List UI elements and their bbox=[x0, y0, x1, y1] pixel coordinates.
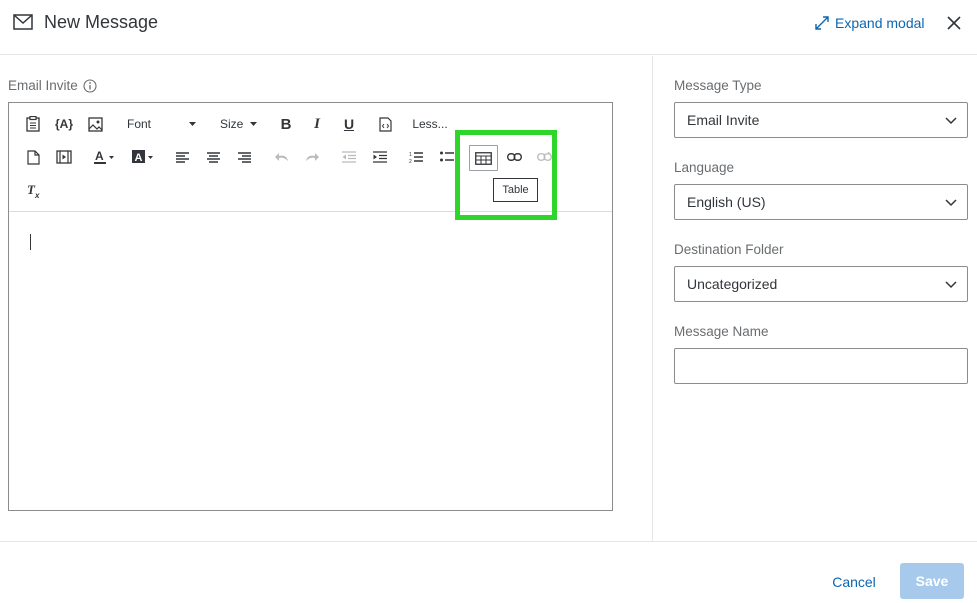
redo-icon bbox=[306, 153, 319, 161]
source-code-icon bbox=[378, 116, 392, 132]
background-color-button[interactable]: A bbox=[129, 147, 157, 167]
unlink-button[interactable] bbox=[534, 147, 554, 167]
svg-text:x: x bbox=[34, 191, 40, 199]
svg-text:A: A bbox=[135, 152, 143, 164]
film-icon bbox=[56, 150, 72, 164]
message-name-input[interactable] bbox=[674, 348, 968, 384]
message-type-label: Message Type bbox=[674, 78, 762, 93]
size-select[interactable]: Size bbox=[212, 114, 264, 134]
cancel-button[interactable]: Cancel bbox=[825, 564, 883, 600]
source-code-button[interactable] bbox=[375, 114, 395, 134]
modal-header: New Message Expand modal bbox=[0, 0, 977, 55]
align-left-icon bbox=[175, 151, 189, 163]
align-right-button[interactable] bbox=[234, 147, 254, 167]
background-color-icon: A bbox=[132, 150, 153, 164]
link-icon bbox=[506, 153, 522, 161]
table-tooltip: Table bbox=[493, 178, 538, 202]
language-label: Language bbox=[674, 160, 735, 175]
modal-footer: Cancel Save bbox=[0, 541, 977, 603]
expand-modal-link[interactable]: Expand modal bbox=[815, 14, 925, 32]
insert-table-button[interactable] bbox=[469, 145, 498, 171]
new-page-button[interactable] bbox=[23, 147, 43, 167]
table-icon bbox=[475, 151, 492, 165]
language-value: English (US) bbox=[687, 194, 766, 210]
text-caret bbox=[30, 234, 31, 250]
new-message-modal: New Message Expand modal Email Invite {A… bbox=[0, 0, 977, 603]
editor-label-text: Email Invite bbox=[8, 78, 78, 93]
clipboard-icon bbox=[26, 116, 40, 132]
language-select[interactable]: English (US) bbox=[674, 184, 968, 220]
text-color-icon: A bbox=[94, 149, 114, 164]
modal-title: New Message bbox=[44, 12, 159, 32]
save-button[interactable]: Save bbox=[900, 563, 964, 599]
expand-icon bbox=[815, 16, 829, 30]
font-select[interactable]: Font bbox=[119, 114, 204, 134]
editor-pane: Email Invite {A} Font Size B I U Less...… bbox=[0, 56, 653, 541]
bold-button[interactable]: B bbox=[276, 114, 296, 134]
expand-modal-label: Expand modal bbox=[835, 15, 925, 31]
editor-label: Email Invite bbox=[8, 78, 97, 93]
rich-text-editor: {A} Font Size B I U Less... A A 1 2 T x … bbox=[8, 102, 613, 511]
outdent-button[interactable] bbox=[339, 147, 359, 167]
undo-icon bbox=[275, 153, 288, 161]
destination-folder-label: Destination Folder bbox=[674, 242, 784, 257]
info-icon[interactable] bbox=[83, 78, 97, 93]
indent-icon bbox=[373, 151, 387, 163]
size-select-label: Size bbox=[220, 117, 244, 131]
message-name-label: Message Name bbox=[674, 324, 769, 339]
italic-button[interactable]: I bbox=[307, 114, 327, 134]
remove-format-button[interactable]: T x bbox=[23, 180, 45, 202]
svg-text:A: A bbox=[95, 149, 104, 163]
destination-folder-value: Uncategorized bbox=[687, 276, 778, 292]
unlink-icon bbox=[536, 152, 552, 161]
outdent-icon bbox=[342, 151, 356, 163]
svg-text:1: 1 bbox=[409, 152, 412, 158]
align-center-icon bbox=[206, 151, 220, 163]
close-icon[interactable] bbox=[945, 14, 963, 32]
less-button[interactable]: Less... bbox=[409, 114, 451, 134]
numbered-list-icon: 1 2 bbox=[409, 152, 423, 164]
editor-toolbar: {A} Font Size B I U Less... A A 1 2 T x … bbox=[9, 103, 612, 212]
document-icon bbox=[26, 149, 40, 165]
bulleted-list-icon bbox=[440, 151, 454, 162]
insert-media-button[interactable] bbox=[53, 147, 75, 167]
paste-clipboard-button[interactable] bbox=[23, 114, 43, 134]
svg-text:2: 2 bbox=[409, 159, 412, 164]
mail-icon bbox=[13, 14, 33, 30]
message-type-select[interactable]: Email Invite bbox=[674, 102, 968, 138]
bulleted-list-button[interactable] bbox=[437, 147, 457, 167]
numbered-list-button[interactable]: 1 2 bbox=[406, 147, 426, 167]
align-center-button[interactable] bbox=[203, 147, 223, 167]
chevron-down-icon bbox=[945, 199, 957, 207]
underline-button[interactable]: U bbox=[339, 114, 359, 134]
chevron-down-icon bbox=[945, 281, 957, 289]
message-body-editor[interactable] bbox=[9, 213, 612, 510]
caret-down-icon bbox=[250, 122, 257, 126]
text-color-button[interactable]: A bbox=[91, 147, 119, 167]
message-type-value: Email Invite bbox=[687, 112, 760, 128]
chevron-down-icon bbox=[945, 117, 957, 125]
redo-button[interactable] bbox=[302, 147, 322, 167]
destination-folder-select[interactable]: Uncategorized bbox=[674, 266, 968, 302]
piped-text-button[interactable]: {A} bbox=[52, 114, 76, 134]
image-icon bbox=[87, 116, 103, 132]
font-select-label: Font bbox=[127, 117, 152, 131]
caret-down-icon bbox=[189, 122, 196, 126]
align-left-button[interactable] bbox=[172, 147, 192, 167]
insert-image-button[interactable] bbox=[85, 114, 105, 134]
align-right-icon bbox=[237, 151, 251, 163]
indent-button[interactable] bbox=[370, 147, 390, 167]
remove-format-icon: T x bbox=[27, 183, 40, 199]
insert-link-button[interactable] bbox=[504, 147, 524, 167]
undo-button[interactable] bbox=[272, 147, 292, 167]
